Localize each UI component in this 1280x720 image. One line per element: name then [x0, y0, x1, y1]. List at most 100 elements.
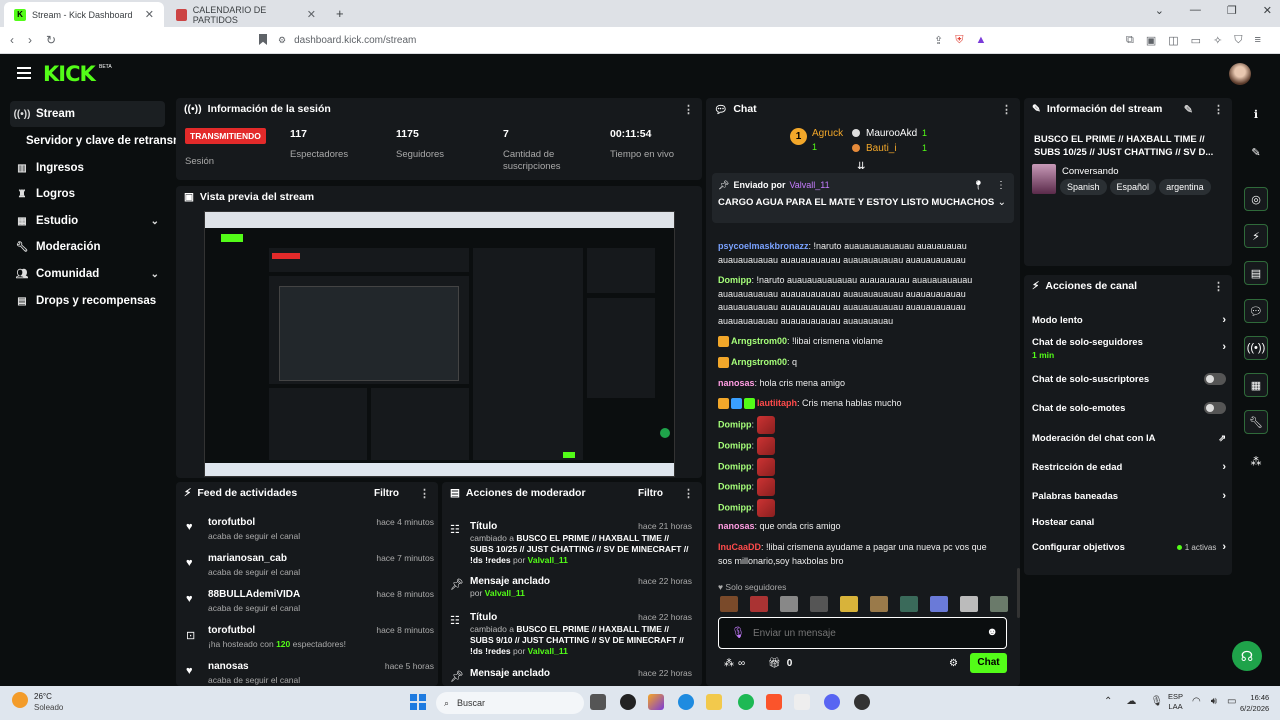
more-options-icon[interactable]: ⋮ — [419, 487, 430, 500]
chat-bubble-icon[interactable]: 💬︎ — [1244, 299, 1268, 323]
broadcast-icon[interactable]: ((•)) — [1244, 336, 1268, 360]
list-icon[interactable]: ▤ — [1244, 261, 1268, 285]
action-followers-only[interactable]: Chat de solo-seguidores 1 min › — [1032, 337, 1226, 363]
sidebar-item-drops[interactable]: ▤ Drops y recompensas — [10, 288, 165, 314]
weather-icon[interactable] — [12, 692, 28, 708]
category-name[interactable]: Conversando — [1062, 166, 1119, 177]
emoji-icon[interactable]: ☻ — [986, 626, 998, 638]
wallet-icon[interactable]: ▭ — [1191, 34, 1201, 47]
emote-icon[interactable] — [900, 596, 918, 612]
microphone-icon[interactable]: 🎙︎ — [731, 626, 745, 639]
close-tab-icon[interactable]: ✕ — [145, 8, 154, 21]
help-fab-icon[interactable]: ☊ — [1232, 641, 1262, 671]
browser-tab-stream[interactable]: K Stream - Kick Dashboard ✕ — [4, 2, 164, 27]
action-host-channel[interactable]: Hostear canal — [1032, 512, 1226, 532]
category-thumbnail[interactable] — [1032, 164, 1056, 194]
sidebar-toggle-icon[interactable]: ◫ — [1168, 34, 1178, 47]
action-slow-mode[interactable]: Modo lento › — [1032, 310, 1226, 330]
language-indicator[interactable]: ESP LAA — [1168, 692, 1183, 712]
bookmark-icon[interactable] — [259, 34, 267, 45]
forward-icon[interactable]: › — [28, 33, 32, 47]
sidebar-item-server-key[interactable]: Servidor y clave de retransm — [20, 128, 180, 154]
more-options-icon[interactable]: ⋮ — [1001, 103, 1012, 116]
gifts[interactable]: 🎁︎ 0 — [768, 658, 792, 669]
action-goals[interactable]: Configurar objetivos 1 activas › — [1032, 537, 1226, 557]
emote-icon[interactable] — [840, 596, 858, 612]
more-options-icon[interactable]: ⋮ — [683, 103, 694, 116]
close-window-icon[interactable]: ✕ — [1263, 4, 1272, 17]
back-icon[interactable]: ‹ — [10, 33, 14, 47]
emotes-only-toggle[interactable] — [1204, 402, 1226, 414]
emote-icon[interactable] — [720, 596, 738, 612]
windows-start-icon[interactable] — [410, 694, 426, 710]
sidebar-item-moderacion[interactable]: 🔧︎ Moderación — [10, 234, 165, 260]
emote-icon[interactable] — [960, 596, 978, 612]
discord-icon[interactable] — [824, 694, 840, 710]
new-tab-button[interactable]: + — [336, 6, 344, 21]
more-options-icon[interactable]: ⋮ — [683, 487, 694, 500]
chevron-up-icon[interactable]: ⌃ — [1104, 696, 1112, 707]
emote-icon[interactable] — [930, 596, 948, 612]
info-icon[interactable]: ℹ — [1244, 102, 1268, 126]
tag[interactable]: Spanish — [1060, 179, 1107, 195]
extensions-icon[interactable]: ⧉ — [1126, 34, 1134, 47]
stream-preview-video[interactable] — [204, 211, 675, 477]
edit-icon[interactable]: ✎ — [1184, 103, 1193, 116]
edge-icon[interactable] — [678, 694, 694, 710]
sidebar-item-logros[interactable]: ♜ Logros — [10, 181, 165, 207]
taskbar-search[interactable]: ⌕ Buscar — [436, 692, 584, 714]
volume-icon[interactable]: 🔊︎ — [1211, 696, 1217, 707]
gifter-name[interactable]: MaurooAkd — [866, 128, 917, 139]
action-emotes-only[interactable]: Chat de solo-emotes — [1032, 398, 1226, 418]
emote-icon[interactable] — [990, 596, 1008, 612]
hamburger-menu-icon[interactable] — [17, 67, 31, 79]
app-icon[interactable] — [620, 694, 636, 710]
task-view-icon[interactable] — [590, 694, 606, 710]
obs-icon[interactable] — [854, 694, 870, 710]
emote-icon[interactable] — [870, 596, 888, 612]
mod-actions-icon[interactable]: ▦ — [1244, 373, 1268, 397]
lightning-icon[interactable]: ⚡︎ — [1244, 224, 1268, 248]
url-field[interactable]: ⚙ dashboard.kick.com/stream — [278, 31, 998, 50]
emote-icon[interactable] — [810, 596, 828, 612]
share-icon[interactable]: ⇪ — [934, 34, 943, 47]
onedrive-icon[interactable]: ☁ — [1126, 696, 1136, 707]
chat-input[interactable] — [753, 624, 973, 642]
kick-logo[interactable]: KICK — [43, 62, 96, 86]
site-settings-icon[interactable]: ⚙ — [278, 35, 286, 46]
mic-icon[interactable]: 🎙︎ — [1150, 696, 1163, 707]
maximize-icon[interactable]: ❐ — [1227, 4, 1237, 17]
emote-icon[interactable] — [750, 596, 768, 612]
chat-input-box[interactable]: 🎙︎ ☻ — [718, 617, 1007, 649]
action-ai-moderation[interactable]: Moderación del chat con IA ⇗ — [1032, 428, 1226, 448]
battery-icon[interactable]: ▭ — [1227, 696, 1236, 707]
gifter-name[interactable]: Agruck — [812, 128, 843, 139]
filter-button[interactable]: Filtro — [374, 488, 399, 499]
tag[interactable]: argentina — [1159, 179, 1211, 195]
clock[interactable]: 16:46 6/2/2026 — [1240, 692, 1269, 714]
shield-icon[interactable]: ⛉ — [1234, 34, 1242, 47]
close-tab-icon[interactable]: ✕ — [307, 8, 316, 21]
notepad-icon[interactable] — [794, 694, 810, 710]
tag[interactable]: Español — [1109, 179, 1157, 195]
minimize-icon[interactable]: — — [1190, 4, 1201, 17]
pencil-icon[interactable]: ✎ — [1244, 140, 1268, 164]
emote-icon[interactable] — [780, 596, 798, 612]
gear-icon[interactable]: ⚙ — [949, 658, 958, 669]
sidebar-item-comunidad[interactable]: 👥︎ Comunidad ⌄ — [10, 261, 165, 287]
action-subs-only[interactable]: Chat de solo-suscriptores — [1032, 369, 1226, 389]
sidebar-item-stream[interactable]: ((•)) Stream — [10, 101, 165, 127]
wrench-icon[interactable]: 🔧︎ — [1244, 410, 1268, 434]
more-options-icon[interactable]: ⋮ — [1213, 103, 1224, 116]
people-icon[interactable]: ⁂ — [1244, 449, 1268, 473]
collapse-icon[interactable]: ⇊ — [857, 161, 865, 172]
sidebar-item-ingresos[interactable]: ▥ Ingresos — [10, 155, 165, 181]
more-options-icon[interactable]: ⋮ — [1213, 280, 1224, 293]
brave-shields-icon[interactable]: ⛨ — [955, 34, 963, 47]
action-age-restriction[interactable]: Restricción de edad › — [1032, 457, 1226, 477]
feed-username[interactable]: marianosan_cab — [208, 553, 287, 564]
unpin-icon[interactable]: 📍︎ — [973, 180, 984, 191]
chat-scrollbar[interactable] — [1017, 568, 1020, 618]
action-banned-words[interactable]: Palabras baneadas › — [1032, 486, 1226, 506]
copilot-icon[interactable] — [648, 694, 664, 710]
